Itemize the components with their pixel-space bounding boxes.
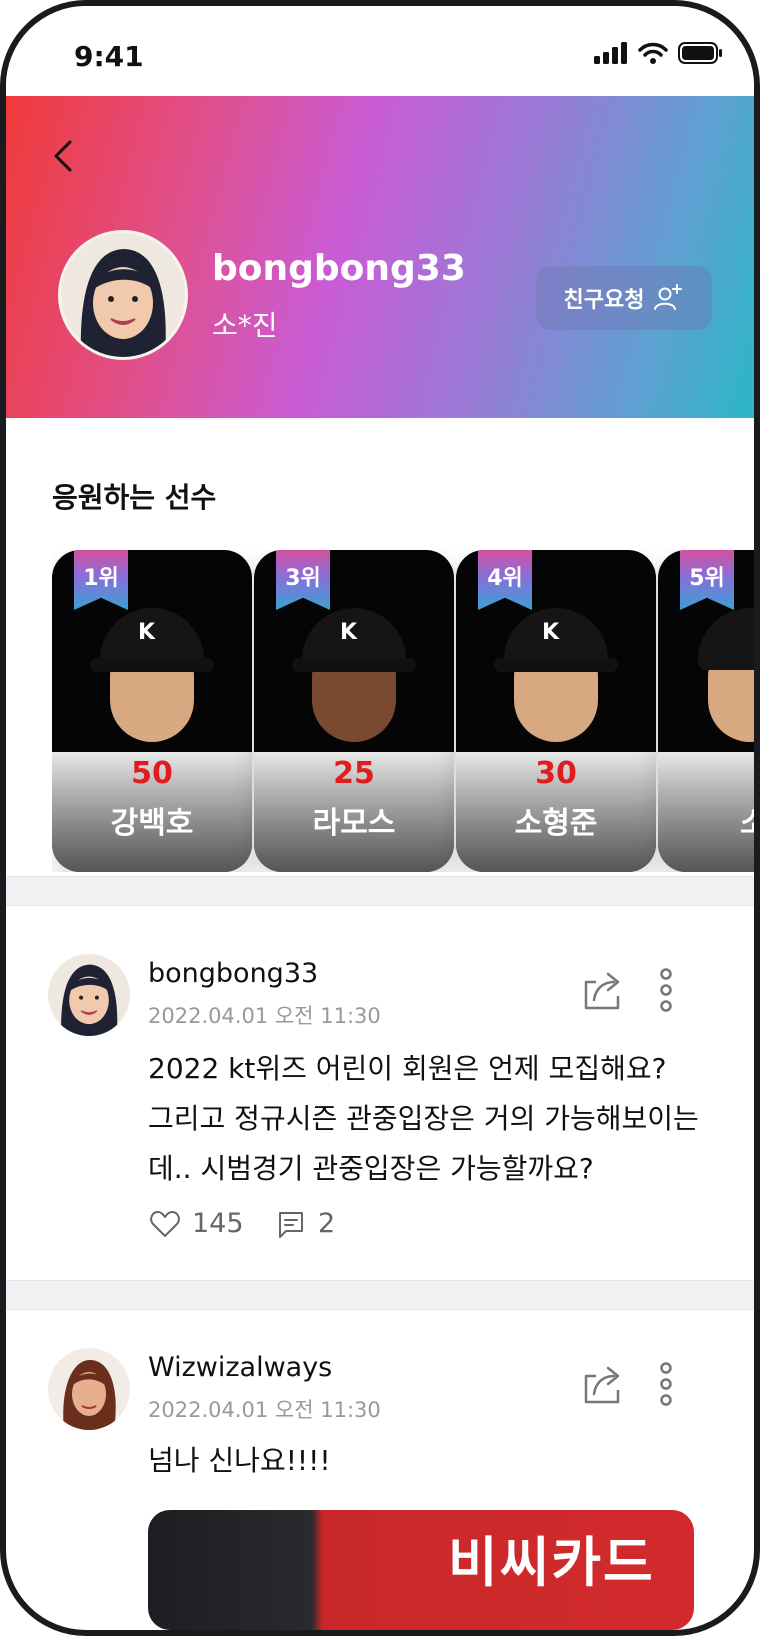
more-icon[interactable] [656, 968, 676, 1012]
player-card[interactable]: K 50 강백호 1위 [52, 550, 252, 872]
team-logo: K [138, 620, 156, 645]
battery-icon [678, 42, 722, 64]
status-icons [594, 42, 724, 64]
player-name: 소 [658, 798, 754, 842]
player-cap [698, 608, 754, 670]
comment-icon [279, 1211, 303, 1238]
rank-badge: 5위 [680, 550, 734, 610]
like-count: 145 [192, 1208, 244, 1239]
player-name: 소형준 [514, 806, 598, 841]
team-logo: K [340, 620, 358, 645]
more-icon[interactable] [656, 1362, 676, 1406]
post-author[interactable]: bongbong33 [148, 958, 318, 989]
profile-username: bongbong33 [212, 248, 466, 289]
favorite-players-title: 응원하는 선수 [52, 481, 217, 514]
player-number: 50 [131, 756, 173, 791]
rank-badge: 3위 [276, 550, 330, 610]
player-cards: K 50 강백호 1위 K 25 라모스 3위 K 30 소형준 4위 5위 [52, 550, 754, 872]
player-number: 30 [535, 756, 577, 791]
friend-request-label: 친구요청 [563, 287, 645, 312]
player-name: 강백호 [110, 806, 194, 841]
post-line: 넘나 신나요!!!! [148, 1444, 331, 1477]
team-logo: K [542, 620, 560, 645]
player-cap-brim [494, 658, 618, 672]
heart-icon [150, 1210, 180, 1237]
post-date: 2022.04.01 오전 11:30 [148, 1398, 381, 1422]
status-bar: 9:41 [6, 6, 754, 96]
share-icon[interactable] [580, 968, 624, 1012]
rank-badge: 1위 [74, 550, 128, 610]
rank-badge: 4위 [478, 550, 532, 610]
profile-header: bongbong33 소*진 친구요청 [6, 96, 754, 418]
like-button[interactable]: 145 [150, 1208, 244, 1239]
back-icon[interactable] [44, 136, 84, 176]
comment-count: 2 [318, 1208, 336, 1239]
post-line: 데.. 시범경기 관중입장은 가능할까요? [148, 1152, 594, 1185]
player-name: 라모스 [312, 806, 396, 841]
post-author-avatar[interactable] [48, 954, 130, 1036]
post-card: bongbong33 2022.04.01 오전 11:30 2022 kt위즈… [6, 906, 754, 1280]
post-line: 2022 kt위즈 어린이 회원은 언제 모집해요? [148, 1052, 667, 1085]
player-card[interactable]: 소 5위 [658, 550, 754, 872]
post-card: Wizwizalways 2022.04.01 오전 11:30 넘나 신나요!… [6, 1310, 754, 1630]
post-line: 그리고 정규시즌 관중입장은 거의 가능해보이는 [148, 1102, 699, 1135]
post-content: 넘나 신나요!!!! [148, 1436, 708, 1486]
post-image-banner: 비씨카드 [448, 1531, 655, 1594]
section-divider [6, 876, 754, 906]
profile-real-name: 소*진 [212, 309, 278, 342]
player-number: 25 [333, 756, 375, 791]
profile-avatar [58, 230, 188, 360]
wifi-icon [638, 42, 668, 64]
comment-button[interactable]: 2 [276, 1208, 335, 1239]
post-content: 2022 kt위즈 어린이 회원은 언제 모집해요? 그리고 정규시즌 관중입장… [148, 1044, 708, 1194]
post-date: 2022.04.01 오전 11:30 [148, 1004, 381, 1028]
add-friend-icon [654, 284, 683, 310]
post-image[interactable]: 비씨카드 [148, 1510, 694, 1630]
status-time: 9:41 [74, 40, 144, 73]
friend-request-button[interactable]: 친구요청 [536, 266, 712, 330]
player-card[interactable]: K 25 라모스 3위 [254, 550, 454, 872]
phone-frame: 9:41 bongbong33 소*진 친구요청 응원하는 선수 K 50 강백… [0, 0, 760, 1636]
section-divider [6, 1280, 754, 1310]
post-author[interactable]: Wizwizalways [148, 1352, 332, 1383]
player-cap-brim [90, 658, 214, 672]
share-icon[interactable] [580, 1362, 624, 1406]
player-card[interactable]: K 30 소형준 4위 [456, 550, 656, 872]
signal-icon [594, 42, 627, 64]
player-cap-brim [292, 658, 416, 672]
post-author-avatar[interactable] [48, 1348, 130, 1430]
